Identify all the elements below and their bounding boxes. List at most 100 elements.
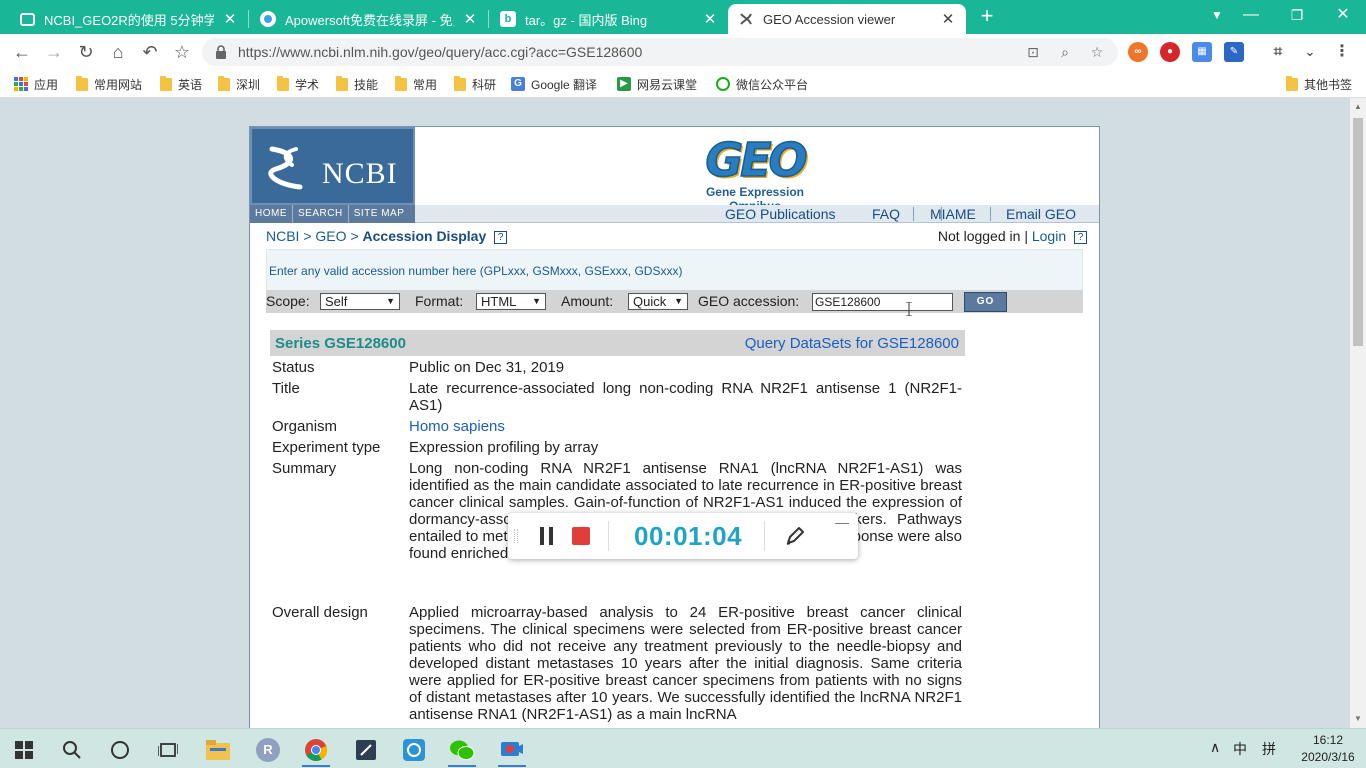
bookmark-star-icon[interactable]: ☆: [170, 40, 194, 64]
organism-link[interactable]: Homo sapiens: [409, 418, 505, 435]
drag-handle-icon[interactable]: [514, 529, 518, 543]
qq-browser-icon[interactable]: [394, 733, 434, 767]
extension-pen-icon[interactable]: ✎: [1224, 42, 1244, 62]
search-icon[interactable]: [52, 733, 92, 767]
title-label: Title: [272, 380, 300, 397]
close-window-icon[interactable]: ✕: [1320, 0, 1366, 32]
bookmark-folder-changyong[interactable]: 常用: [395, 75, 437, 92]
cortana-icon[interactable]: [100, 733, 140, 767]
amount-select[interactable]: Quick ▼: [628, 293, 688, 310]
home-icon[interactable]: ⌂: [106, 40, 130, 64]
go-button[interactable]: GO: [964, 292, 1007, 312]
task-view-icon[interactable]: [148, 733, 188, 767]
divider: [764, 521, 765, 551]
minimize-window-icon[interactable]: —: [1228, 0, 1274, 32]
close-icon[interactable]: ✕: [702, 10, 718, 28]
folder-icon: [1286, 75, 1298, 91]
tab-apowersoft[interactable]: Apowersoft免费在线录屏 - 免费 ✕: [250, 4, 488, 34]
miame-link[interactable]: MIAME: [930, 205, 976, 223]
google-translate-icon: G: [511, 77, 525, 91]
nav-search-link[interactable]: SEARCH: [293, 205, 349, 223]
extension-infinity-icon[interactable]: ∞: [1128, 42, 1148, 62]
breadcrumb: NCBI > GEO > Accession Display ?: [266, 228, 508, 244]
ime-mode-indicator[interactable]: 拼: [1262, 739, 1276, 759]
star-icon[interactable]: ☆: [1088, 43, 1106, 61]
ncbi-logo[interactable]: NCBI: [250, 127, 415, 205]
folder-icon: [277, 75, 289, 91]
bing-icon: b: [500, 11, 516, 27]
nav-home-link[interactable]: HOME: [250, 205, 293, 223]
crop-icon[interactable]: ⌗: [1268, 42, 1288, 62]
geo-logo[interactable]: GEO Gene Expression Omnibus: [680, 132, 830, 213]
help-icon[interactable]: ?: [494, 231, 508, 244]
query-datasets-link[interactable]: Query DataSets for GSE128600: [745, 335, 959, 352]
back-arrow-icon[interactable]: ←: [10, 40, 34, 64]
tab-bing[interactable]: b tar。gz - 国内版 Bing ✕: [490, 4, 728, 34]
close-icon[interactable]: ✕: [940, 10, 956, 28]
scrollbar-thumb[interactable]: [1353, 118, 1363, 346]
bookmark-apps[interactable]: 应用: [14, 76, 58, 92]
url-text[interactable]: https://www.ncbi.nlm.nih.gov/geo/query/a…: [238, 44, 642, 60]
wechat-icon[interactable]: [442, 733, 482, 767]
tab-ncbi-geo2r[interactable]: NCBI_GEO2R的使用 5分钟学会 ✕: [10, 4, 248, 34]
bookmark-google-translate[interactable]: G Google 翻译: [511, 76, 597, 92]
restore-window-icon[interactable]: ❐: [1274, 0, 1320, 32]
tray-chevron-up-icon[interactable]: ∧: [1210, 739, 1220, 756]
notes-app-icon[interactable]: [346, 733, 386, 767]
email-geo-link[interactable]: Email GEO: [1006, 205, 1076, 223]
extensions-chevron-icon[interactable]: ⌄: [1300, 42, 1320, 62]
bookmark-wechat-platform[interactable]: 微信公众平台: [716, 76, 808, 92]
bookmark-folder-keyan[interactable]: 科研: [454, 75, 496, 92]
new-tab-plus-icon[interactable]: +: [976, 5, 998, 28]
bookmark-netease-study[interactable]: ▶ 网易云课堂: [617, 76, 697, 92]
scroll-down-arrow-icon[interactable]: ▼: [1354, 714, 1362, 723]
screen-recorder-icon[interactable]: [492, 733, 532, 767]
annotate-pen-icon[interactable]: [784, 525, 806, 547]
bookmark-folder-shenzhen[interactable]: 深圳: [218, 75, 260, 92]
dropdown-caret-icon: ▼: [386, 296, 395, 306]
format-select[interactable]: HTML ▼: [476, 293, 546, 310]
address-bar[interactable]: https://www.ncbi.nlm.nih.gov/geo/query/a…: [202, 38, 1118, 66]
stop-icon[interactable]: [572, 527, 590, 545]
geo-page: NCBI GEO Gene Expression Omnibus HOME SE…: [249, 126, 1100, 728]
menu-dots-icon[interactable]: ⋮: [1332, 42, 1352, 62]
login-link[interactable]: Login: [1032, 228, 1066, 244]
geo-accession-input[interactable]: GSE128600: [812, 293, 953, 311]
bookmark-folder-yingyu[interactable]: 英语: [160, 75, 202, 92]
file-explorer-icon[interactable]: [198, 733, 238, 767]
folder-icon: [395, 75, 407, 91]
folder-icon: [336, 75, 348, 91]
close-icon[interactable]: ✕: [222, 10, 238, 28]
translate-icon[interactable]: ⊡: [1024, 43, 1042, 61]
page-scrollbar[interactable]: ▲ ▼: [1350, 98, 1366, 728]
faq-link[interactable]: FAQ: [872, 205, 900, 223]
breadcrumb-ncbi-link[interactable]: NCBI: [266, 228, 299, 244]
breadcrumb-geo-link[interactable]: GEO: [315, 228, 346, 244]
tab-separator: [488, 10, 489, 28]
zoom-icon[interactable]: ⌕: [1056, 43, 1074, 61]
bookmark-folder-changyong-wangzhan[interactable]: 常用网站: [76, 75, 142, 92]
bookmark-folder-other[interactable]: 其他书签: [1286, 75, 1352, 92]
pause-icon[interactable]: [539, 527, 555, 545]
system-clock[interactable]: 16:12 2020/3/16: [1296, 732, 1360, 766]
forward-arrow-icon[interactable]: →: [42, 40, 66, 64]
close-icon[interactable]: ✕: [462, 10, 478, 28]
geo-publications-link[interactable]: GEO Publications: [725, 205, 836, 223]
ime-language-indicator[interactable]: 中: [1233, 739, 1247, 759]
chrome-icon[interactable]: [296, 733, 336, 767]
undo-icon[interactable]: ↶: [138, 40, 162, 64]
nav-site-map-link[interactable]: SITE MAP: [349, 205, 410, 223]
minimize-icon[interactable]: —: [834, 515, 850, 531]
extension-stop-icon[interactable]: ●: [1160, 42, 1180, 62]
login-status: Not logged in | Login ?: [938, 228, 1087, 244]
r-app-icon[interactable]: R: [248, 733, 288, 767]
windows-start-icon[interactable]: [4, 733, 44, 767]
reload-icon[interactable]: ↻: [74, 40, 98, 64]
tab-geo-accession-viewer[interactable]: GEO Accession viewer ✕: [728, 4, 966, 34]
scope-select[interactable]: Self ▼: [320, 293, 400, 310]
help-icon[interactable]: ?: [1074, 231, 1087, 244]
bookmark-folder-jineng[interactable]: 技能: [336, 75, 378, 92]
bookmark-folder-xueshu[interactable]: 学术: [277, 75, 319, 92]
extension-grid-icon[interactable]: ▦: [1192, 42, 1212, 62]
scroll-up-arrow-icon[interactable]: ▲: [1354, 102, 1362, 111]
